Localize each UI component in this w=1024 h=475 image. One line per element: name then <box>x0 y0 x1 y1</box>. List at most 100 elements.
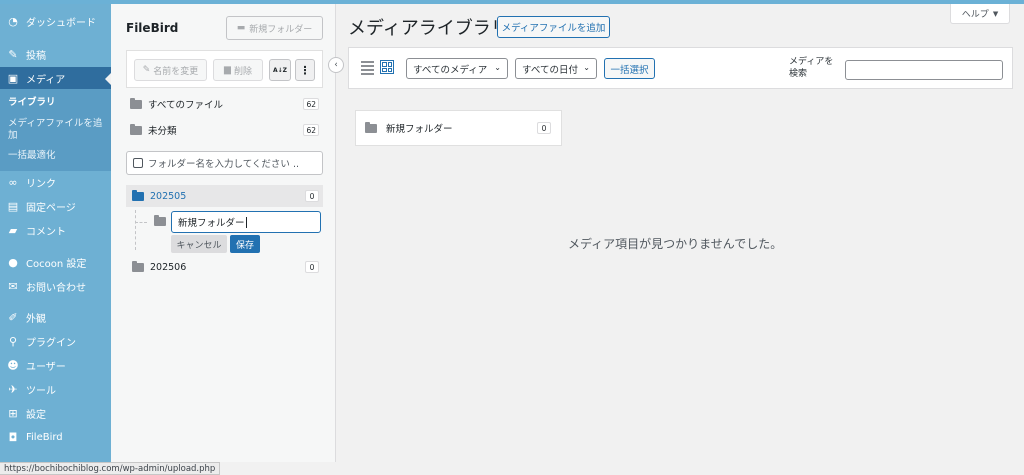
menu-label: メディア <box>26 74 66 86</box>
caret-down-icon: ▼ <box>992 9 999 18</box>
media-search-input[interactable] <box>845 60 1003 80</box>
rename-button[interactable]: ✎ 名前を変更 <box>134 59 207 81</box>
menu-cocoon[interactable]: ● Cocoon 設定 <box>0 251 111 273</box>
settings-icon: ⊞ <box>8 406 18 420</box>
uncategorized-item[interactable]: 未分類 62 <box>126 119 323 141</box>
tree-line <box>135 210 136 250</box>
folder-card[interactable]: 新規フォルダー 0 <box>355 110 562 146</box>
date-select[interactable]: すべての日付 ⌄ <box>515 58 597 79</box>
folder-search-placeholder: フォルダー名を入力してください .. <box>148 159 299 170</box>
list-view-icon[interactable] <box>361 61 374 75</box>
folder-item-202505[interactable]: 202505 0 <box>126 185 323 207</box>
cocoon-icon: ● <box>8 255 18 269</box>
menu-label: プラグイン <box>26 337 76 349</box>
menu-label: ツール <box>26 385 56 397</box>
media-icon: ▣ <box>7 71 19 85</box>
text-cursor <box>245 216 247 228</box>
menu-links[interactable]: ∞ リンク <box>0 171 111 193</box>
sort-icon: A↓Z <box>272 66 288 74</box>
folder-count: 0 <box>305 190 319 202</box>
folder-icon <box>132 260 144 272</box>
menu-contact[interactable]: ✉ お問い合わせ <box>0 275 111 297</box>
menu-label: 投稿 <box>26 50 46 62</box>
menu-pages[interactable]: ▤ 固定ページ <box>0 195 111 217</box>
tree-line <box>135 222 147 223</box>
menu-appearance[interactable]: ✐ 外観 <box>0 306 111 328</box>
add-media-button[interactable]: メディアファイルを追加 <box>497 16 610 38</box>
admin-sidebar: ◔ ダッシュボード ✎ 投稿 ▣ メディア ライブラリ メディアファイルを追加 … <box>0 4 111 462</box>
media-search-label: メディアを検索 <box>789 57 834 79</box>
new-folder-button[interactable]: ▬ 新規フォルダー <box>226 16 323 40</box>
menu-label: 外観 <box>26 313 46 325</box>
brush-icon: ✐ <box>8 310 18 324</box>
save-button[interactable]: 保存 <box>230 235 260 253</box>
sort-button[interactable]: A↓Z <box>269 59 291 81</box>
submenu-add-media[interactable]: メディアファイルを追加 <box>8 118 108 142</box>
media-submenu: ライブラリ メディアファイルを追加 一括最適化 <box>0 89 111 171</box>
chevron-down-icon: ⌄ <box>494 63 501 72</box>
cancel-button[interactable]: キャンセル <box>171 235 227 253</box>
filebird-panel: FileBird ▬ 新規フォルダー ✎ 名前を変更 ▆ 削除 A↓Z ⋮ すべ… <box>111 4 336 462</box>
folder-plus-icon: ▬ <box>236 23 246 33</box>
date-value: すべての日付 <box>522 64 578 76</box>
empty-message: メディア項目が見つかりませんでした。 <box>568 237 783 251</box>
menu-settings[interactable]: ⊞ 設定 <box>0 402 111 424</box>
uncategorized-count: 62 <box>303 124 319 136</box>
menu-filebird[interactable]: ◘ FileBird <box>0 426 111 448</box>
page-icon: ▤ <box>7 199 19 213</box>
menu-users[interactable]: ☻ ユーザー <box>0 354 111 376</box>
submenu-bulk-optimize[interactable]: 一括最適化 <box>8 150 108 162</box>
delete-button[interactable]: ▆ 削除 <box>213 59 263 81</box>
all-files-count: 62 <box>303 98 319 110</box>
folder-icon <box>130 123 142 135</box>
more-icon: ⋮ <box>299 63 311 77</box>
rename-label: 名前を変更 <box>153 66 199 77</box>
folder-count: 0 <box>305 261 319 273</box>
folder-item-202506[interactable]: 202506 0 <box>126 256 323 278</box>
bulk-select-button[interactable]: 一括選択 <box>604 58 655 79</box>
menu-tools[interactable]: ✈ ツール <box>0 378 111 400</box>
folder-card-label: 新規フォルダー <box>386 124 453 135</box>
help-button[interactable]: ヘルプ ▼ <box>950 4 1010 24</box>
folder-icon <box>130 97 142 109</box>
media-type-select[interactable]: すべてのメディア ⌄ <box>406 58 508 79</box>
plugin-icon: ⚲ <box>8 334 18 348</box>
folder-icon <box>154 215 166 226</box>
filebird-title: FileBird <box>126 21 179 35</box>
open-folder-icon <box>132 189 144 201</box>
all-files-item[interactable]: すべてのファイル 62 <box>126 93 323 115</box>
grid-view-icon[interactable] <box>380 60 394 74</box>
help-label: ヘルプ <box>961 10 989 20</box>
uncategorized-label: 未分類 <box>148 126 177 137</box>
folder-toolbar: ✎ 名前を変更 ▆ 削除 A↓Z ⋮ <box>126 50 323 88</box>
user-icon: ☻ <box>7 358 19 372</box>
menu-label: FileBird <box>26 431 63 443</box>
status-url: https://bochibochiblog.com/wp-admin/uplo… <box>0 462 221 475</box>
filebird-icon: ◘ <box>8 430 18 444</box>
all-files-label: すべてのファイル <box>148 100 223 111</box>
more-options-button[interactable]: ⋮ <box>295 59 315 81</box>
media-filter-bar: すべてのメディア ⌄ すべての日付 ⌄ 一括選択 メディアを検索 <box>348 47 1013 89</box>
folder-search-input[interactable]: フォルダー名を入力してください .. <box>126 151 323 175</box>
menu-plugins[interactable]: ⚲ プラグイン <box>0 330 111 352</box>
menu-label: Cocoon 設定 <box>26 258 87 270</box>
delete-label: 削除 <box>233 66 252 77</box>
menu-label: お問い合わせ <box>26 282 86 294</box>
collapse-panel-button[interactable]: ‹ <box>328 57 344 73</box>
media-type-value: すべてのメディア <box>413 64 488 76</box>
menu-posts[interactable]: ✎ 投稿 <box>0 43 111 65</box>
menu-label: 固定ページ <box>26 202 76 214</box>
menu-label: ユーザー <box>26 361 66 373</box>
menu-dashboard[interactable]: ◔ ダッシュボード <box>0 10 111 32</box>
menu-label: ダッシュボード <box>26 17 96 29</box>
menu-media[interactable]: ▣ メディア <box>0 67 111 89</box>
folder-label: 202505 <box>150 190 187 202</box>
mail-icon: ✉ <box>8 279 18 293</box>
wrench-icon: ✈ <box>8 382 18 396</box>
dashboard-icon: ◔ <box>8 14 18 28</box>
chevron-left-icon: ‹ <box>334 60 338 70</box>
menu-label: 設定 <box>26 409 46 421</box>
menu-comments[interactable]: ▰ コメント <box>0 219 111 241</box>
submenu-library[interactable]: ライブラリ <box>8 97 108 109</box>
new-folder-name-input[interactable]: 新規フォルダー <box>171 211 321 233</box>
